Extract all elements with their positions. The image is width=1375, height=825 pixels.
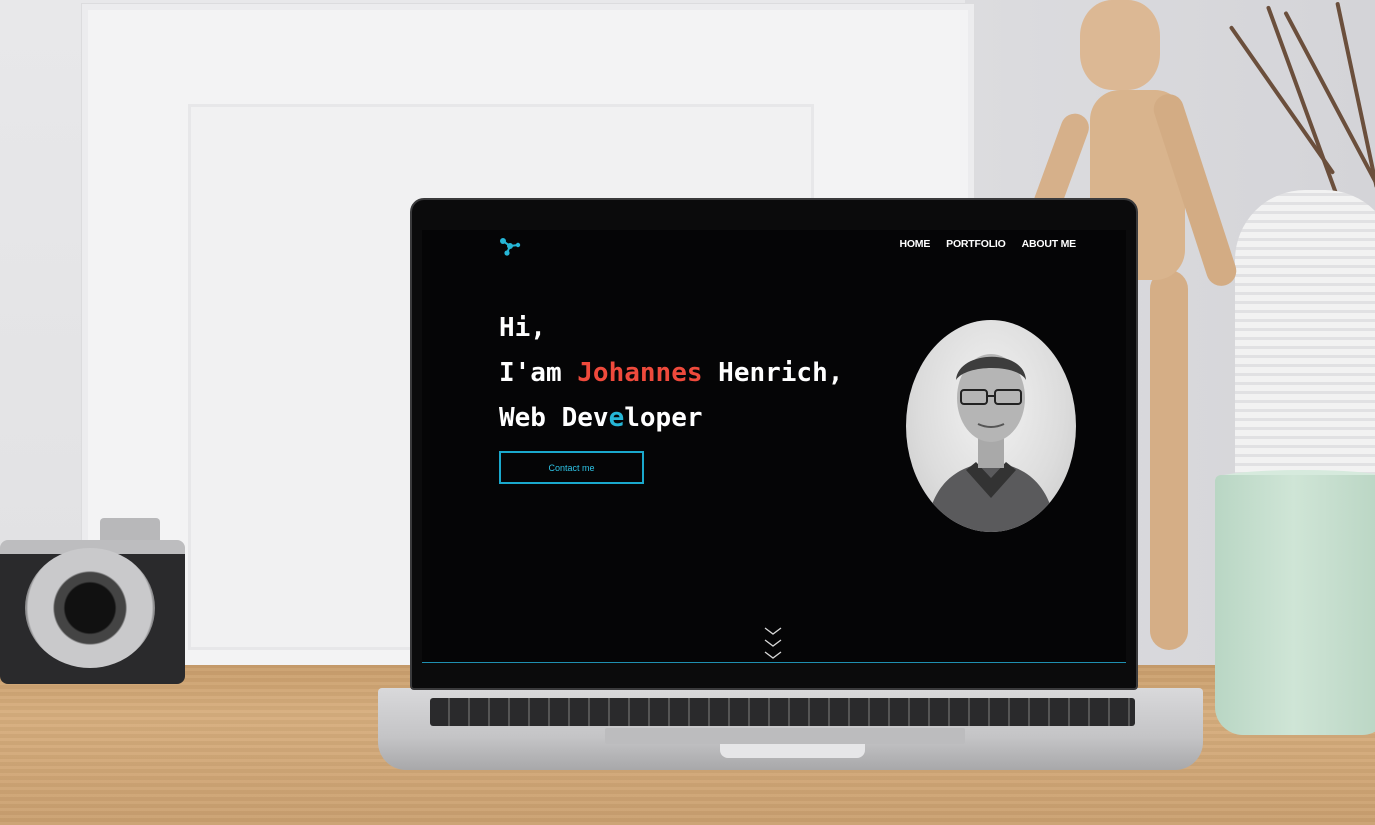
nav-home-link[interactable]: HOME [899,238,930,250]
portrait-illustration [926,354,1056,532]
laptop-front-notch [720,744,865,758]
hero-role-part-b: loper [624,403,703,433]
contact-me-button[interactable]: Contact me [499,451,644,484]
profile-portrait-photo [906,320,1076,532]
mannequin-leg [1150,270,1188,650]
hero-greeting: Hi, [499,313,546,343]
nav-about-me-link[interactable]: ABOUT ME [1022,238,1077,250]
hero-role-accent-letter: e [608,403,625,433]
scroll-down-chevrons-icon[interactable] [763,626,783,662]
ribbed-vase [1235,190,1375,490]
hero-last-name: Henrich, [702,358,844,388]
hero-first-name: Johannes [577,358,703,388]
hero-role-part-a: Web Dev [499,403,609,433]
hero-name-line: I'am Johannes Henrich, [499,351,843,396]
mint-mug [1215,475,1375,735]
hero-name-prefix: I'am [499,358,578,388]
hero-role-line: Web Developer [499,396,843,441]
main-navigation: HOME PORTFOLIO ABOUT ME [899,238,1076,250]
molecule-logo-icon[interactable] [498,236,522,258]
camera-lens [25,548,155,668]
hero-heading: Hi, I'am Johannes Henrich, Web Developer [499,306,843,441]
desk-scene-background: HOME PORTFOLIO ABOUT ME Hi, I'am Johanne… [0,0,1375,825]
nav-portfolio-link[interactable]: PORTFOLIO [946,238,1006,250]
laptop-trackpad [605,728,965,744]
mannequin-head [1080,0,1160,90]
laptop-screen-website: HOME PORTFOLIO ABOUT ME Hi, I'am Johanne… [422,230,1126,663]
laptop-keyboard [430,698,1135,726]
